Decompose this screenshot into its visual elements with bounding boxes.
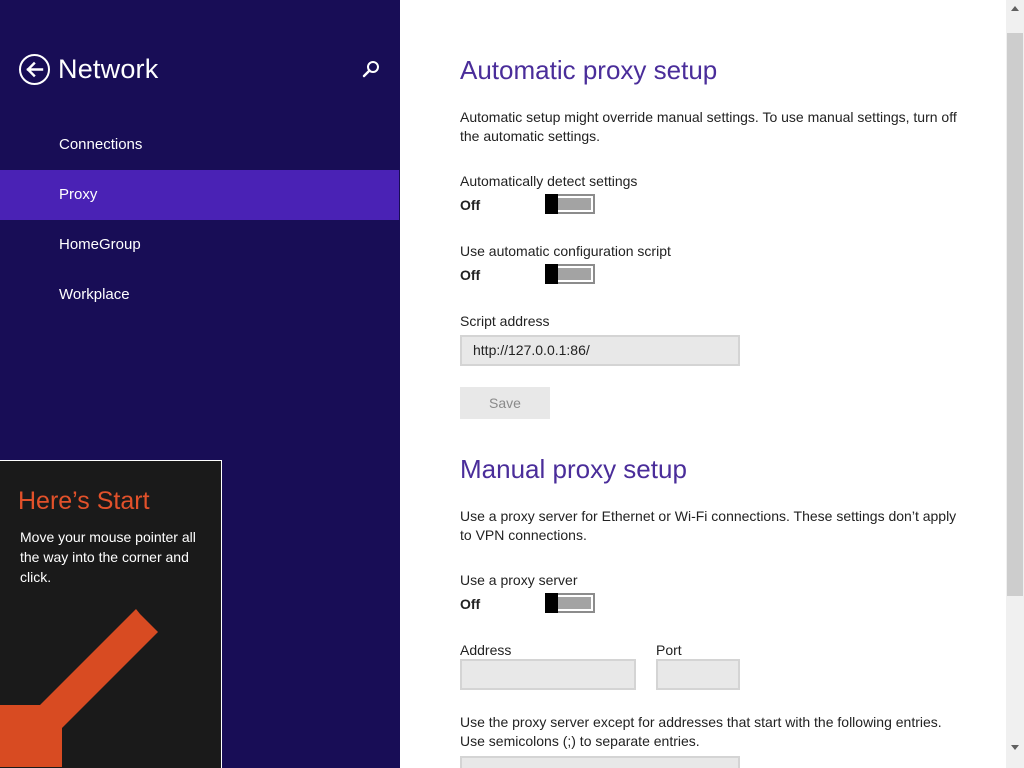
address-field[interactable] — [460, 659, 636, 690]
toggle-track — [558, 198, 591, 210]
auto-proxy-description: Automatic setup might override manual se… — [460, 109, 957, 144]
port-field[interactable] — [656, 659, 740, 690]
script-address-field[interactable]: http://127.0.0.1:86/ — [460, 335, 740, 366]
scroll-down-icon[interactable] — [1006, 738, 1024, 756]
auto-detect-label: Automatically detect settings — [460, 173, 638, 189]
scroll-up-icon[interactable] — [1006, 0, 1024, 18]
toggle-thumb — [545, 593, 558, 613]
auto-proxy-heading: Automatic proxy setup — [460, 55, 718, 85]
back-arrow-icon[interactable] — [19, 54, 50, 85]
save-button[interactable]: Save — [460, 387, 550, 419]
toggle-track — [558, 597, 591, 609]
nav-item-homegroup[interactable]: HomeGroup — [0, 220, 399, 270]
nav-item-proxy[interactable]: Proxy — [0, 170, 399, 220]
auto-detect-state: Off — [460, 197, 481, 213]
exceptions-description: Use the proxy server except for addresse… — [460, 714, 942, 749]
address-label: Address — [460, 642, 512, 658]
manual-proxy-heading: Manual proxy setup — [460, 454, 687, 484]
nav-pane: Network Connections Proxy HomeGroup Work… — [0, 0, 400, 768]
port-label: Port — [656, 642, 682, 658]
config-script-toggle[interactable] — [545, 264, 595, 284]
use-proxy-state: Off — [460, 596, 481, 612]
use-proxy-label: Use a proxy server — [460, 572, 578, 588]
script-address-label: Script address — [460, 313, 550, 329]
toggle-track — [558, 268, 591, 280]
start-tip-title: Here’s Start — [18, 487, 150, 515]
config-script-label: Use automatic configuration script — [460, 243, 671, 259]
search-icon[interactable] — [358, 58, 382, 82]
toggle-thumb — [545, 264, 558, 284]
nav-list: Connections Proxy HomeGroup Workplace — [0, 120, 399, 320]
nav-item-connections[interactable]: Connections — [0, 120, 399, 170]
proxy-settings-pane: Automatic proxy setup Automatic setup mi… — [400, 0, 1006, 768]
nav-item-workplace[interactable]: Workplace — [0, 270, 399, 320]
page-title: Network — [58, 54, 159, 84]
vertical-scrollbar[interactable] — [1006, 0, 1024, 768]
start-tip-body: Move your mouse pointer all the way into… — [20, 529, 196, 585]
exceptions-field[interactable] — [460, 756, 740, 768]
start-tip[interactable]: Here’s Start Move your mouse pointer all… — [0, 460, 222, 768]
use-proxy-toggle[interactable] — [545, 593, 595, 613]
toggle-thumb — [545, 194, 558, 214]
scrollbar-thumb[interactable] — [1007, 33, 1023, 596]
config-script-state: Off — [460, 267, 481, 283]
auto-detect-toggle[interactable] — [545, 194, 595, 214]
arrow-down-left-icon — [0, 609, 158, 767]
manual-proxy-description: Use a proxy server for Ethernet or Wi-Fi… — [460, 508, 957, 543]
